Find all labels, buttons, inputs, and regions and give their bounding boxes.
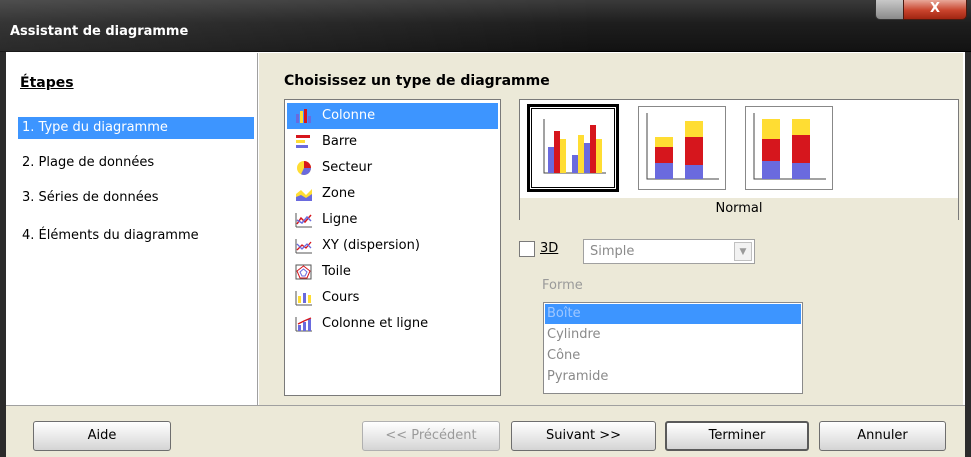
- title-bar: Assistant de diagramme: [0, 0, 971, 52]
- chart-type-area[interactable]: Zone: [287, 181, 498, 207]
- forme-item-cone[interactable]: Cône: [545, 346, 801, 366]
- 3d-checkbox[interactable]: [519, 241, 535, 257]
- chart-type-label: XY (dispersion): [322, 238, 420, 253]
- step-data-range[interactable]: 2. Plage de données: [18, 152, 254, 174]
- 3d-label: 3D: [540, 241, 559, 256]
- cancel-button[interactable]: Annuler: [819, 421, 946, 451]
- chart-type-label: Barre: [322, 134, 358, 149]
- variant-percent-stacked[interactable]: [745, 106, 833, 190]
- variant-normal[interactable]: [527, 104, 619, 192]
- steps-header: Étapes: [20, 75, 74, 91]
- chart-type-net[interactable]: Toile: [287, 259, 498, 285]
- normal-column-variant-icon: [543, 119, 606, 174]
- chart-type-label: Secteur: [322, 160, 373, 175]
- chart-type-label: Ligne: [322, 212, 358, 227]
- stacked-column-variant-icon: [646, 113, 719, 180]
- previous-button[interactable]: << Précédent: [362, 421, 500, 451]
- chart-type-column[interactable]: Colonne: [287, 103, 498, 129]
- forme-list[interactable]: Boîte Cylindre Cône Pyramide: [543, 302, 803, 394]
- pie-chart-icon: [297, 161, 311, 175]
- chart-type-pie[interactable]: Secteur: [287, 155, 498, 181]
- net-chart-icon: [295, 264, 312, 280]
- chart-type-label: Colonne: [322, 108, 376, 123]
- 3d-look-select[interactable]: Simple ▼: [583, 239, 755, 264]
- forme-item-cylinder[interactable]: Cylindre: [545, 325, 801, 345]
- window-title: Assistant de diagramme: [10, 24, 189, 39]
- percent-stacked-column-variant-icon: [753, 113, 826, 180]
- step-data-series[interactable]: 3. Séries de données: [18, 187, 254, 209]
- chart-type-xy-scatter[interactable]: XY (dispersion): [287, 233, 498, 259]
- step-chart-type[interactable]: 1. Type du diagramme: [18, 117, 254, 139]
- column-chart-icon: [296, 109, 311, 123]
- chart-type-bar[interactable]: Barre: [287, 129, 498, 155]
- chart-type-stock[interactable]: Cours: [287, 285, 498, 311]
- steps-pane: Étapes 1. Type du diagramme 2. Plage de …: [8, 53, 258, 405]
- chart-type-label: Zone: [322, 186, 356, 201]
- chevron-down-icon[interactable]: ▼: [734, 242, 752, 261]
- chart-type-label: Cours: [322, 290, 360, 305]
- line-chart-icon: [295, 213, 312, 228]
- help-button[interactable]: Aide: [33, 421, 171, 451]
- next-button[interactable]: Suivant >>: [511, 421, 656, 451]
- chart-type-label: Toile: [322, 264, 351, 279]
- chart-type-list[interactable]: Colonne Barre Secteur Zone Ligne XY (dis…: [284, 99, 501, 396]
- 3d-look-value: Simple: [590, 244, 635, 259]
- scatter-chart-icon: [295, 239, 312, 254]
- chart-type-heading: Choisissez un type de diagramme: [284, 73, 550, 89]
- forme-label: Forme: [542, 278, 583, 293]
- stock-chart-icon: [295, 291, 312, 306]
- chart-variant-panel: Normal: [519, 99, 959, 220]
- chart-type-line[interactable]: Ligne: [287, 207, 498, 233]
- variant-caption: Normal: [520, 198, 958, 220]
- close-button[interactable]: X: [903, 0, 967, 20]
- column-line-chart-icon: [295, 317, 312, 332]
- variant-stacked[interactable]: [638, 106, 726, 190]
- finish-button[interactable]: Terminer: [665, 421, 809, 451]
- chart-type-label: Colonne et ligne: [322, 316, 429, 331]
- step-chart-elements[interactable]: 4. Éléments du diagramme: [18, 225, 254, 247]
- forme-item-box[interactable]: Boîte: [545, 304, 801, 324]
- forme-item-pyramid[interactable]: Pyramide: [545, 367, 801, 387]
- area-chart-icon: [296, 189, 312, 201]
- bar-chart-icon: [296, 135, 310, 148]
- chart-type-column-line[interactable]: Colonne et ligne: [287, 311, 498, 337]
